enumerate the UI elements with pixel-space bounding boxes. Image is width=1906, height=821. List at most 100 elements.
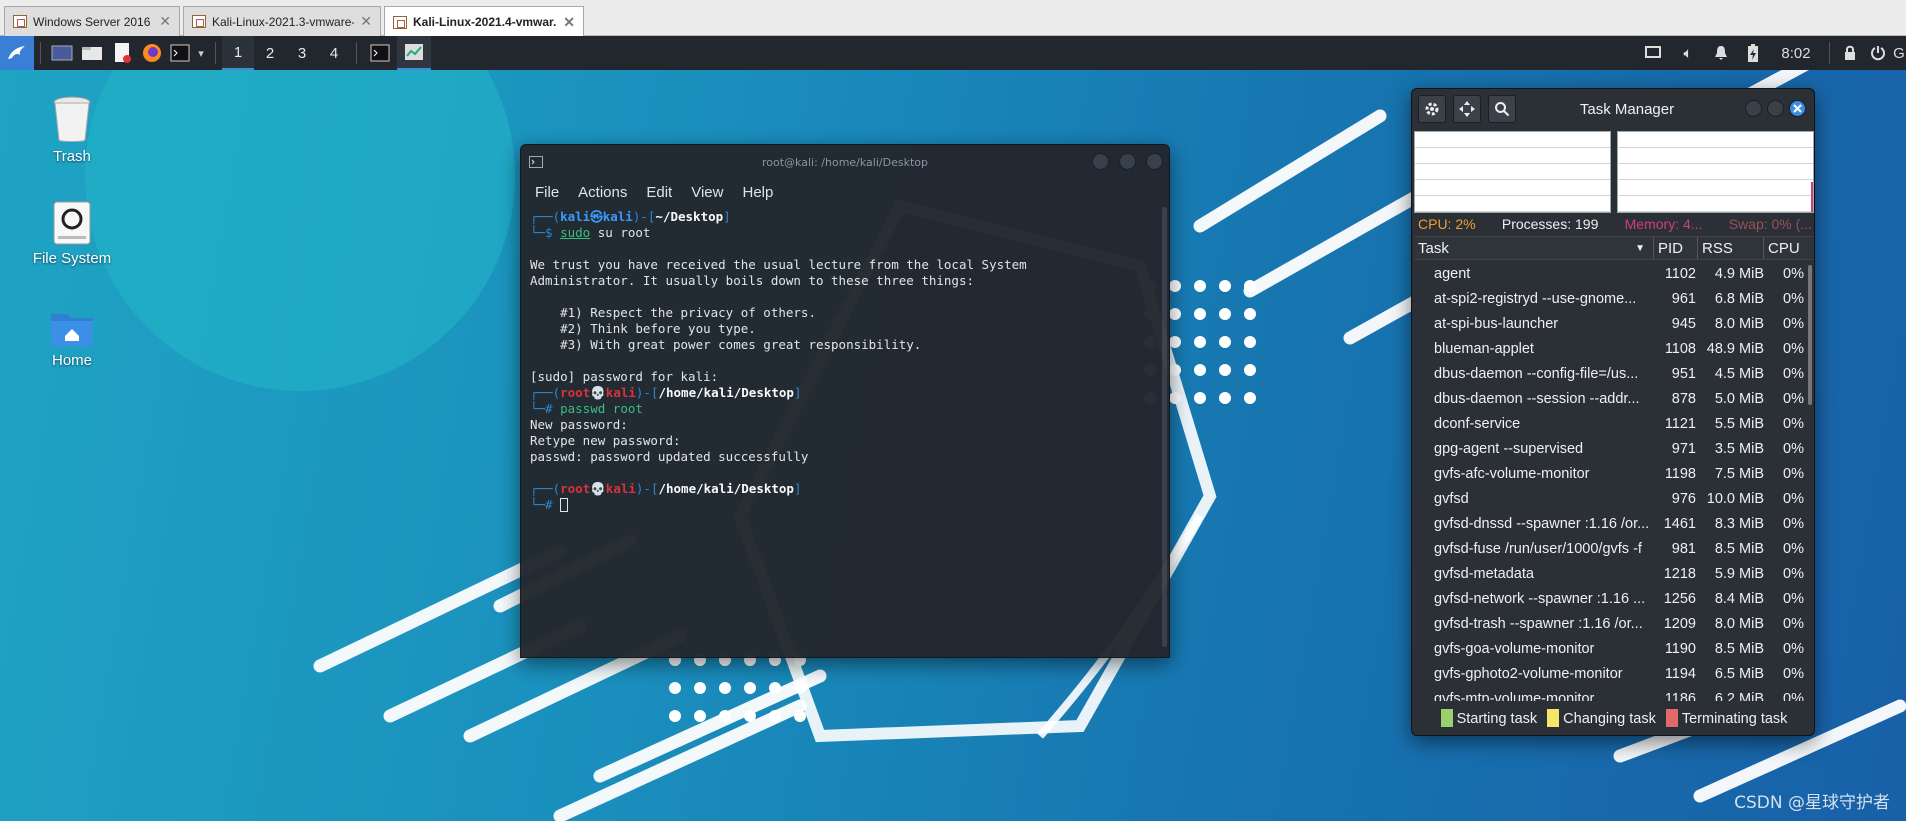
menu-edit[interactable]: Edit [646,184,672,201]
table-row[interactable]: gvfsd-metadata 1218 5.9 MiB 0% [1414,561,1814,586]
prompt-bracket: )-[ [632,209,656,224]
cell-cpu: 0% [1783,390,1804,407]
power-button[interactable] [1864,36,1892,70]
close-icon[interactable]: ✕ [563,14,575,31]
task-manager-icon [405,44,423,60]
table-row[interactable]: gvfs-afc-volume-monitor 1198 7.5 MiB 0% [1414,461,1814,486]
table-row[interactable]: gvfs-gphoto2-volume-monitor 1194 6.5 MiB 0% [1414,661,1814,686]
workspace-2[interactable]: 2 [254,36,286,70]
home-folder-icon [51,314,93,346]
table-row[interactable]: agent 1102 4.9 MiB 0% [1414,261,1814,286]
table-row[interactable]: gvfsd 976 10.0 MiB 0% [1414,486,1814,511]
terminal-scrollbar[interactable] [1162,207,1167,647]
maximize-button[interactable] [1767,100,1784,117]
table-row[interactable]: blueman-applet 1108 48.9 MiB 0% [1414,336,1814,361]
cell-rss: 8.0 MiB [1714,615,1764,632]
crosshair-icon [1459,101,1475,117]
task-manager-titlebar[interactable]: Task Manager [1412,89,1814,129]
identify-window-button[interactable] [1453,95,1481,123]
panel-clock[interactable]: 8:02 [1769,36,1823,70]
cell-rss: 5.5 MiB [1714,415,1764,432]
chevron-down-icon[interactable]: ▾ [193,36,209,70]
file-manager-launcher[interactable] [77,36,107,70]
table-row[interactable]: dbus-daemon --config-file=/us... 951 4.5 M… [1414,361,1814,386]
menu-view[interactable]: View [691,184,723,201]
table-row[interactable]: dbus-daemon --session --addr... 878 5.0 Mi… [1414,386,1814,411]
workspace-3[interactable]: 3 [286,36,318,70]
taskbar-terminal-window[interactable] [363,36,397,70]
desktop-icon-home[interactable]: Home [12,308,132,369]
menu-file[interactable]: File [535,184,559,201]
settings-button[interactable] [1418,95,1446,123]
menu-help[interactable]: Help [742,184,773,201]
desktop-icon-file-system[interactable]: File System [12,200,132,267]
close-icon[interactable]: ✕ [159,13,171,30]
table-row[interactable]: gvfsd-fuse /run/user/1000/gvfs -f 981 8.5 … [1414,536,1814,561]
menu-actions[interactable]: Actions [578,184,627,201]
close-icon[interactable]: ✕ [360,13,372,30]
minimize-button[interactable] [1091,153,1109,170]
lock-screen-button[interactable] [1836,36,1864,70]
table-row[interactable]: gvfsd-dnssd --spawner :1.16 /or... 1461 8.… [1414,511,1814,536]
table-row[interactable]: gvfs-mtp-volume-monitor 1186 6.2 MiB 0% [1414,686,1814,702]
task-legend: Starting task Changing task Terminating … [1412,701,1814,735]
cell-pid: 981 [1671,540,1696,557]
cell-pid: 1102 [1664,265,1696,282]
notifications-bell-icon[interactable] [1705,36,1737,70]
terminal-titlebar[interactable]: root@kali: /home/kali/Desktop [521,145,1169,179]
process-list-scrollbar[interactable] [1808,265,1812,405]
processes-stat: Processes: 199 [1501,216,1599,232]
column-pid[interactable]: PID [1654,237,1698,259]
workspace-4[interactable]: 4 [318,36,350,70]
text-editor-launcher[interactable] [107,36,137,70]
cell-task: blueman-applet [1434,340,1534,357]
task-manager-window[interactable]: Task Manager CPU: 2% Processes: 199 Memo… [1411,88,1815,736]
output-line: #1) Respect the privacy of others. [530,305,816,320]
cell-cpu: 0% [1783,265,1804,282]
table-row[interactable]: gpg-agent --supervised 971 3.5 MiB 0% [1414,436,1814,461]
battery-icon[interactable] [1737,36,1769,70]
cell-task: dbus-daemon --session --addr... [1434,390,1640,407]
usage-graphs [1414,131,1814,213]
kali-menu-button[interactable] [0,36,34,70]
volume-icon[interactable]: 🔈︎ [1671,36,1705,70]
table-row[interactable]: gvfsd-network --spawner :1.16 ... 1256 8.4… [1414,586,1814,611]
legend-swatch [1440,709,1453,727]
terminal-launcher[interactable] [167,36,193,70]
workspace-1[interactable]: 1 [222,36,254,70]
cell-cpu: 0% [1783,340,1804,357]
notification-area-display[interactable] [1635,36,1671,70]
show-desktop-button[interactable] [47,36,77,70]
cell-pid: 951 [1671,365,1696,382]
column-cpu[interactable]: CPU [1764,237,1812,259]
terminal-window[interactable]: root@kali: /home/kali/Desktop File Actio… [520,144,1170,658]
process-list[interactable]: agent 1102 4.9 MiB 0% at-spi2-registryd --us… [1414,261,1814,702]
maximize-button[interactable] [1118,153,1136,170]
desktop-icon-trash[interactable]: Trash [12,94,132,165]
vm-tab-windows-server[interactable]: Windows Server 2016 ✕ [4,6,180,36]
search-button[interactable] [1488,95,1516,123]
vm-tab-kali-2021-4[interactable]: Kali-Linux-2021.4-vmwar... ✕ [384,6,584,37]
close-button[interactable] [1146,153,1163,170]
vm-tab-kali-2021-3[interactable]: Kali-Linux-2021.3-vmware-am... ✕ [183,6,381,36]
table-row[interactable]: dconf-service 1121 5.5 MiB 0% [1414,411,1814,436]
cell-rss: 8.3 MiB [1714,515,1764,532]
firefox-launcher[interactable] [137,36,167,70]
battery-charging-icon [1748,44,1758,62]
desktop-icon [51,45,73,61]
table-row[interactable]: at-spi2-registryd --use-gnome... 961 6.8 M… [1414,286,1814,311]
close-button[interactable] [1789,100,1806,117]
column-task[interactable]: Task ▼ [1414,237,1654,259]
cell-task: gvfs-goa-volume-monitor [1434,640,1595,657]
table-row[interactable]: gvfs-goa-volume-monitor 1190 8.5 MiB 0% [1414,636,1814,661]
cell-rss: 4.5 MiB [1714,365,1764,382]
swap-stat: Swap: 0% (... [1728,216,1812,232]
taskbar-task-manager-window[interactable] [397,36,431,70]
minimize-button[interactable] [1745,100,1762,117]
column-rss[interactable]: RSS [1698,237,1764,259]
table-row[interactable]: at-spi-bus-launcher 945 8.0 MiB 0% [1414,311,1814,336]
cell-task: gvfsd-network --spawner :1.16 ... [1434,590,1646,607]
terminal-output[interactable]: ┌──(kali㉿kali)-[~/Desktop] └─$ sudo su r… [521,205,1169,513]
table-row[interactable]: gvfsd-trash --spawner :1.16 /or... 1209 8.… [1414,611,1814,636]
cell-pid: 976 [1671,490,1696,507]
